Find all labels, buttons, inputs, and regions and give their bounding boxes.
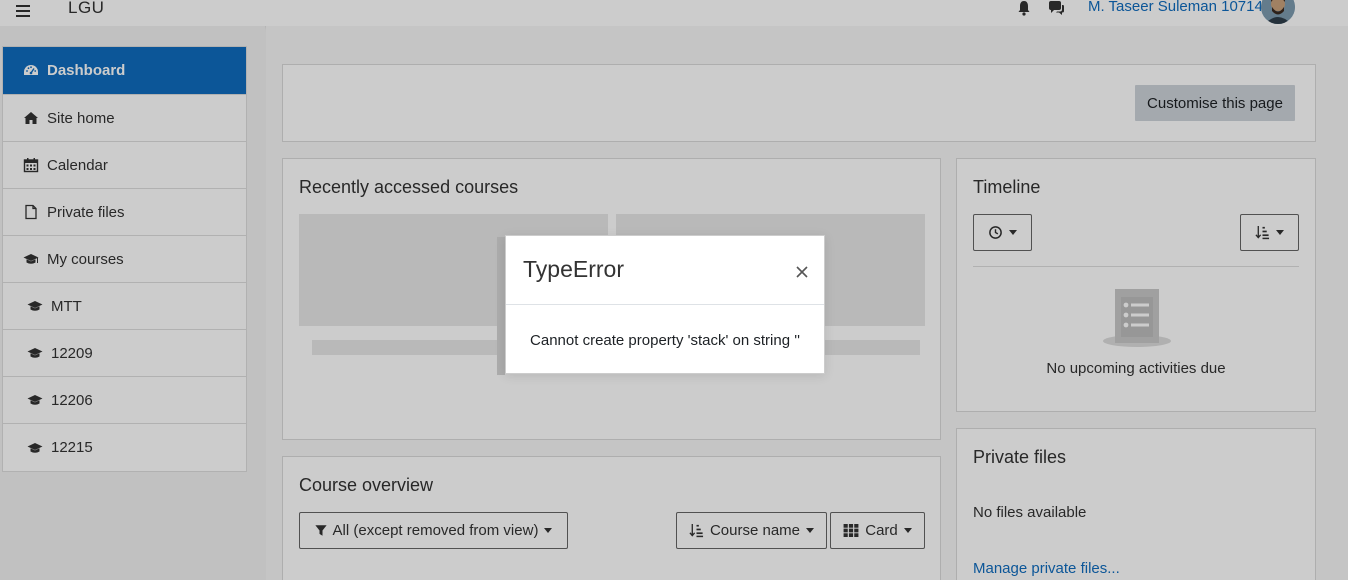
dialog-header: TypeError: [506, 236, 824, 305]
dialog-message: Cannot create property 'stack' on string…: [530, 331, 800, 349]
dialog-title: TypeError: [523, 256, 624, 282]
error-dialog: TypeError Cannot create property 'stack'…: [505, 235, 825, 374]
close-icon[interactable]: [794, 264, 810, 280]
